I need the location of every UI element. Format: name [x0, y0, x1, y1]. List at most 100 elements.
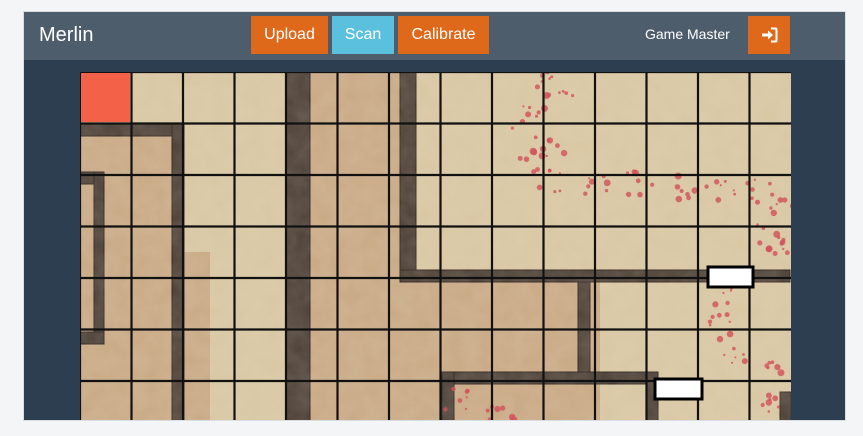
blood-spot [528, 105, 532, 110]
blood-spot [555, 143, 560, 148]
blood-spot [464, 407, 468, 411]
blood-spot [726, 330, 734, 338]
blood-spot [545, 154, 548, 157]
blood-spot [679, 189, 684, 193]
blood-spot [704, 184, 709, 189]
blood-spot [760, 402, 765, 408]
blood-spot [715, 197, 722, 203]
blood-spot [465, 396, 468, 399]
blood-spot [534, 114, 539, 118]
blood-spot [535, 167, 540, 172]
blood-spot [674, 184, 681, 190]
blood-spot [560, 149, 568, 157]
blood-spot [546, 138, 551, 143]
brand-title[interactable]: Merlin [39, 24, 93, 47]
blood-spot [725, 300, 730, 306]
blood-spot [675, 195, 683, 203]
blood-spot [536, 184, 543, 191]
user-role-label: Game Master [645, 26, 730, 42]
blood-spot [732, 346, 736, 351]
blood-spot [550, 75, 554, 79]
blood-spot [712, 301, 719, 308]
blood-spot [637, 191, 643, 198]
blood-spot [733, 192, 737, 196]
blood-spot [558, 91, 561, 94]
calibrate-button[interactable]: Calibrate [398, 16, 489, 54]
sign-in-button[interactable] [748, 16, 790, 54]
blood-spot [523, 156, 530, 162]
blood-spot [772, 251, 778, 256]
blood-spot [755, 199, 760, 205]
blood-spot [782, 247, 785, 251]
blood-spot [775, 203, 778, 206]
blood-spot [586, 184, 591, 189]
navbar: Merlin Upload Scan Calibrate Game Master [24, 12, 845, 60]
blood-spot [731, 361, 734, 364]
blood-spot [536, 110, 541, 115]
blood-spot [767, 366, 770, 369]
blood-spot [558, 189, 562, 193]
blood-spot [750, 187, 755, 192]
blood-spot [522, 105, 525, 108]
blood-spot [626, 171, 629, 175]
blood-spot [631, 169, 637, 175]
blood-spot [685, 192, 690, 197]
blood-spot [588, 177, 591, 180]
blood-spot [723, 179, 727, 183]
blood-spot [571, 94, 575, 98]
blood-spot [708, 323, 712, 327]
blood-spot [564, 91, 569, 95]
blood-spot [782, 197, 788, 203]
blood-spot [494, 405, 501, 413]
blood-spot [510, 126, 514, 130]
blood-spot [719, 184, 722, 187]
blood-spot [716, 312, 722, 318]
blood-spot [753, 178, 757, 181]
blood-spot [729, 289, 733, 292]
blood-spot [548, 77, 551, 80]
blood-spot [765, 392, 772, 399]
blood-spot [561, 89, 565, 93]
blood-spot [603, 179, 611, 187]
blood-spot [741, 358, 748, 365]
blood-spot [776, 405, 780, 409]
upload-button[interactable]: Upload [251, 16, 328, 54]
blood-spot [723, 353, 726, 357]
blood-spot [770, 192, 775, 197]
blood-spot [604, 188, 609, 193]
blood-spot [508, 413, 516, 420]
blood-spot [772, 395, 779, 402]
blood-spot [767, 410, 771, 413]
blood-spot [784, 250, 790, 256]
blood-spot [774, 364, 781, 371]
selected-cell[interactable] [81, 73, 130, 122]
blood-spot [546, 92, 552, 98]
blood-spot [779, 239, 786, 246]
blood-spot [553, 190, 557, 194]
scan-button[interactable]: Scan [332, 16, 394, 54]
blood-spot [465, 388, 470, 393]
blood-spot [777, 369, 785, 377]
blood-spot [732, 189, 735, 192]
app-frame: Merlin Upload Scan Calibrate Game Master [23, 11, 846, 421]
blood-spot [583, 191, 588, 196]
blood-spot [757, 240, 763, 246]
blood-spot [533, 135, 538, 140]
door-marker[interactable] [653, 377, 704, 401]
blood-spot [451, 386, 456, 392]
blood-spot [443, 407, 448, 412]
blood-spot [485, 408, 490, 413]
blood-spot [777, 235, 781, 240]
blood-spot [734, 356, 737, 359]
blood-spot [710, 314, 715, 319]
blood-spot [750, 196, 754, 200]
blood-spot [770, 209, 777, 217]
blood-spot [650, 182, 655, 187]
blood-spot [531, 149, 538, 156]
dungeon-map[interactable] [80, 72, 791, 421]
blood-spot [769, 206, 773, 210]
map-canvas[interactable] [80, 72, 791, 421]
blood-spot [500, 405, 506, 411]
blood-spot [635, 178, 641, 184]
door-marker[interactable] [706, 265, 755, 289]
